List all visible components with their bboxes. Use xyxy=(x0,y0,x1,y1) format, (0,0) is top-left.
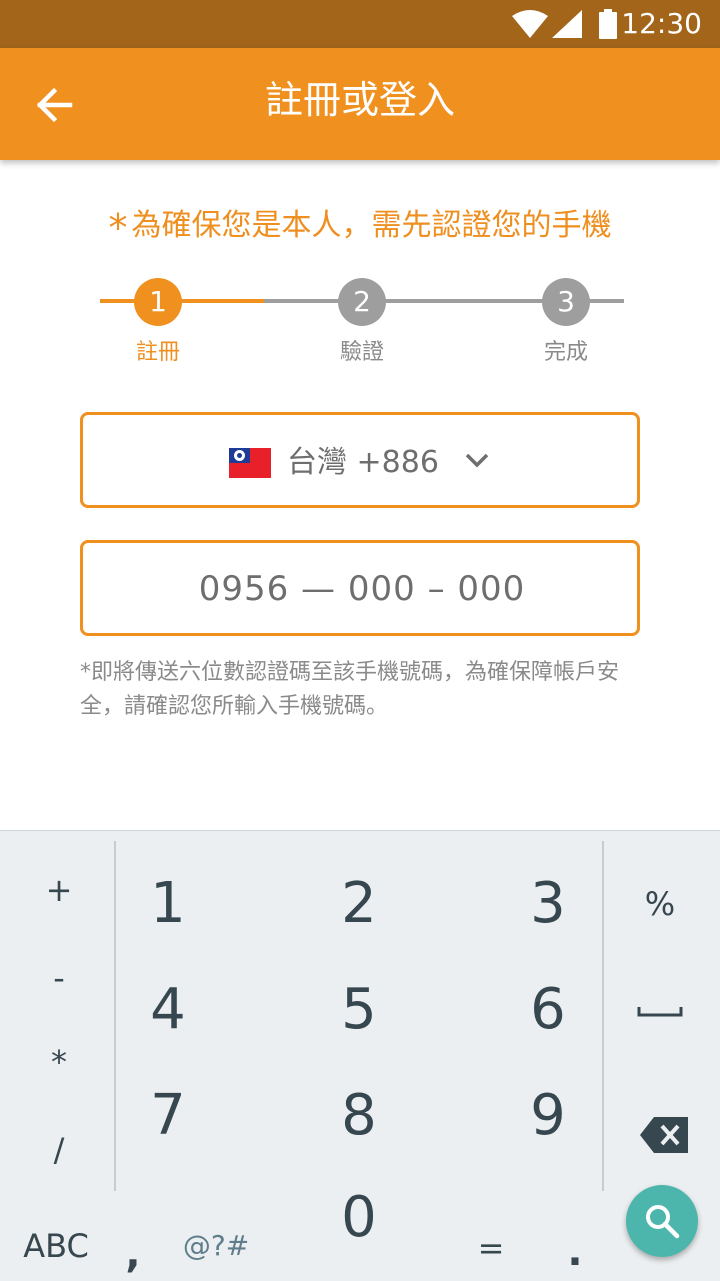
key-5[interactable]: 5 xyxy=(319,977,399,1042)
key-slash[interactable]: / xyxy=(29,1131,89,1169)
key-period[interactable]: . xyxy=(560,1229,590,1275)
page-title: 註冊或登入 xyxy=(264,78,455,122)
key-6[interactable]: 6 xyxy=(508,977,588,1042)
status-bar: 12:30 xyxy=(0,0,720,48)
key-1[interactable]: 1 xyxy=(128,871,208,936)
status-time: 12:30 xyxy=(621,7,702,40)
key-comma[interactable]: , xyxy=(118,1231,148,1277)
key-7[interactable]: 7 xyxy=(128,1083,208,1148)
sms-hint-text: *即將傳送六位數認證碼至該手機號碼，為確保障帳戶安全，請確認您所輸入手機號碼。 xyxy=(80,660,620,719)
search-button[interactable] xyxy=(626,1185,698,1257)
step-3-circle: 3 xyxy=(542,278,590,326)
taiwan-flag-icon xyxy=(229,448,271,478)
country-name: 台灣 xyxy=(287,445,347,480)
country-code-label: 台灣 +886 xyxy=(287,443,439,483)
keyboard-divider-left xyxy=(114,841,116,1191)
app-bar: 註冊或登入 xyxy=(0,48,720,160)
key-minus[interactable]: - xyxy=(29,959,89,997)
step-2-circle: 2 xyxy=(338,278,386,326)
keyboard-divider-right xyxy=(602,841,604,1191)
key-8[interactable]: 8 xyxy=(319,1083,399,1148)
chevron-down-icon xyxy=(465,453,489,468)
notice-star: * xyxy=(108,206,128,250)
key-asterisk[interactable]: * xyxy=(29,1043,89,1081)
key-3[interactable]: 3 xyxy=(508,871,588,936)
phone-number-input[interactable] xyxy=(83,543,641,635)
country-selector[interactable]: 台灣 +886 xyxy=(80,412,640,508)
space-bar-icon xyxy=(637,1007,683,1017)
battery-icon xyxy=(599,9,617,39)
search-icon xyxy=(646,1205,680,1239)
notice-text: 為確保您是本人，需先認證您的手機 xyxy=(131,208,612,243)
signal-icon xyxy=(552,10,582,38)
step-2-label: 驗證 xyxy=(339,340,384,365)
backspace-icon xyxy=(640,1117,688,1153)
phone-number-field[interactable] xyxy=(80,540,641,636)
verification-notice: * 為確保您是本人，需先認證您的手機 xyxy=(0,200,720,250)
key-equals[interactable]: = xyxy=(476,1229,506,1267)
key-abc[interactable]: ABC xyxy=(14,1227,98,1265)
numeric-keyboard: + - * / 1 2 3 4 5 6 7 8 9 0 % ABC , @?# … xyxy=(0,830,720,1281)
key-symbols[interactable]: @?# xyxy=(178,1229,254,1262)
key-2[interactable]: 2 xyxy=(319,871,399,936)
key-0[interactable]: 0 xyxy=(319,1185,399,1250)
dial-code: +886 xyxy=(356,445,439,480)
key-space[interactable] xyxy=(630,991,690,1029)
wifi-icon xyxy=(512,10,548,38)
stepper-track-completed xyxy=(100,299,264,303)
key-percent[interactable]: % xyxy=(630,885,690,923)
step-1-circle: 1 xyxy=(134,278,182,326)
step-1-label: 註冊 xyxy=(135,340,180,365)
key-4[interactable]: 4 xyxy=(128,977,208,1042)
key-backspace[interactable] xyxy=(640,1117,690,1157)
key-9[interactable]: 9 xyxy=(508,1083,588,1148)
step-3-label: 完成 xyxy=(543,340,588,365)
key-plus[interactable]: + xyxy=(29,871,89,909)
